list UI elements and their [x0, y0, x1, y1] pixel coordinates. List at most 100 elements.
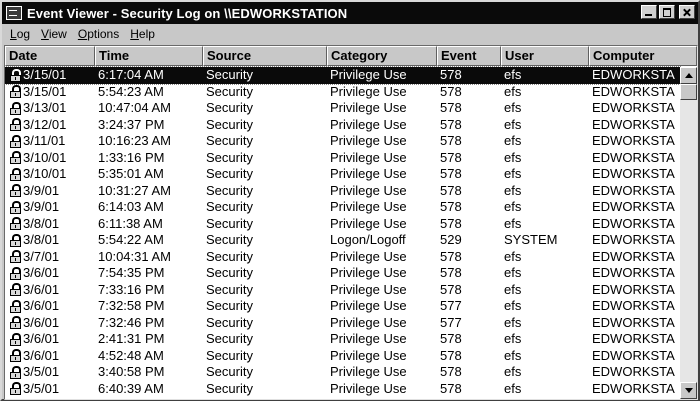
menu-view[interactable]: View — [41, 27, 67, 41]
table-row[interactable]: 3/6/01 7:32:58 PM Security Privilege Use 577… — [5, 298, 680, 315]
column-header-time[interactable]: Time — [95, 46, 203, 66]
table-row[interactable]: 3/6/01 7:33:16 PM Security Privilege Use 578… — [5, 282, 680, 299]
cell-source: Security — [206, 133, 253, 148]
cell-date: 3/15/01 — [5, 67, 95, 84]
cell-computer: EDWORKSTA — [592, 281, 675, 297]
cell-event: 578 — [440, 347, 462, 363]
cell-user: efs — [504, 149, 522, 165]
table-row[interactable]: 3/13/01 10:47:04 AM Security Privilege Use 5… — [5, 100, 680, 117]
cell-category: Privilege Use — [330, 166, 407, 181]
cell-category: Privilege Use — [330, 331, 407, 346]
menu-log[interactable]: Log — [10, 27, 30, 41]
column-header-computer[interactable]: Computer — [589, 46, 697, 66]
table-row[interactable]: 3/11/01 10:16:23 AM Security Privilege Use 5… — [5, 133, 680, 150]
cell-user: efs — [504, 281, 522, 297]
lock-icon — [10, 349, 21, 363]
lock-icon — [10, 151, 21, 165]
table-row[interactable]: 3/12/01 3:24:37 PM Security Privilege Use 57… — [5, 117, 680, 134]
table-row[interactable]: 3/9/01 10:31:27 AM Security Privilege Use 57… — [5, 183, 680, 200]
lock-icon — [10, 134, 21, 148]
cell-date: 3/11/01 — [5, 133, 95, 150]
lock-icon — [10, 101, 21, 115]
scroll-down-icon[interactable] — [680, 382, 697, 399]
column-header-category[interactable]: Category — [327, 46, 437, 66]
cell-date: 3/5/01 — [5, 381, 95, 398]
cell-date-text: 3/10/01 — [23, 166, 67, 182]
cell-computer: EDWORKSTA — [592, 100, 675, 115]
maximize-icon[interactable] — [659, 5, 675, 19]
table-row[interactable]: 3/6/01 2:41:31 PM Security Privilege Use 578… — [5, 331, 680, 348]
table-row[interactable]: 3/10/01 1:33:16 PM Security Privilege Use 57… — [5, 150, 680, 167]
minimize-icon[interactable] — [641, 5, 657, 19]
cell-source: Security — [206, 347, 253, 363]
cell-time: 7:33:16 PM — [98, 281, 165, 297]
lock-icon — [10, 365, 21, 379]
table-row[interactable]: 3/6/01 7:54:35 PM Security Privilege Use 578… — [5, 265, 680, 282]
event-list[interactable]: Date Time Source Category Event User Com… — [4, 45, 698, 400]
cell-category: Privilege Use — [330, 265, 407, 280]
event-rows: 3/15/01 6:17:04 AM Security Privilege Use 57… — [5, 66, 681, 398]
cell-date: 3/6/01 — [5, 315, 95, 332]
cell-source: Security — [206, 149, 253, 165]
cell-date: 3/10/01 — [5, 150, 95, 167]
cell-source: Security — [206, 215, 253, 231]
cell-date-text: 3/8/01 — [23, 215, 60, 231]
lock-icon — [10, 118, 21, 132]
cell-date: 3/6/01 — [5, 265, 95, 282]
cell-user: efs — [504, 248, 522, 264]
cell-event: 578 — [440, 199, 462, 214]
table-row[interactable]: 3/8/01 5:54:22 AM Security Logon/Logoff 529 S… — [5, 232, 680, 249]
cell-source: Security — [206, 232, 253, 247]
table-row[interactable]: 3/10/01 5:35:01 AM Security Privilege Use 57… — [5, 166, 680, 183]
table-row[interactable]: 3/5/01 6:40:39 AM Security Privilege Use 578… — [5, 381, 680, 398]
cell-time: 7:54:35 PM — [98, 265, 165, 280]
cell-user: efs — [504, 331, 522, 346]
table-row[interactable]: 3/7/01 10:04:31 AM Security Privilege Use 57… — [5, 249, 680, 266]
cell-date: 3/5/01 — [5, 364, 95, 381]
close-icon[interactable] — [679, 5, 695, 19]
lock-icon — [10, 266, 21, 280]
cell-source: Security — [206, 166, 253, 181]
event-viewer-icon[interactable] — [6, 6, 22, 20]
cell-time: 7:32:46 PM — [98, 314, 165, 330]
menu-options[interactable]: Options — [78, 27, 119, 41]
table-row[interactable]: 3/5/01 3:40:58 PM Security Privilege Use 578… — [5, 364, 680, 381]
scroll-thumb[interactable] — [680, 84, 697, 100]
table-row[interactable]: 3/15/01 6:17:04 AM Security Privilege Use 57… — [5, 66, 681, 85]
lock-icon — [10, 332, 21, 346]
cell-event: 578 — [440, 166, 462, 181]
cell-category: Privilege Use — [330, 83, 407, 99]
column-header-user[interactable]: User — [501, 46, 589, 66]
table-row[interactable]: 3/6/01 7:32:46 PM Security Privilege Use 577… — [5, 315, 680, 332]
scroll-up-icon[interactable] — [680, 67, 697, 84]
column-header-event[interactable]: Event — [437, 46, 501, 66]
title-bar[interactable]: Event Viewer - Security Log on \\EDWORKS… — [2, 2, 698, 24]
cell-date-text: 3/5/01 — [23, 364, 60, 380]
cell-computer: EDWORKSTA — [592, 83, 675, 99]
cell-computer: EDWORKSTA — [592, 116, 675, 132]
table-row[interactable]: 3/15/01 5:54:23 AM Security Privilege Use 57… — [5, 84, 680, 101]
cell-category: Privilege Use — [330, 281, 407, 297]
table-row[interactable]: 3/9/01 6:14:03 AM Security Privilege Use 578… — [5, 199, 680, 216]
lock-icon — [10, 283, 21, 297]
menu-bar: Log View Options Help — [2, 24, 698, 44]
cell-computer: EDWORKSTA — [592, 67, 675, 82]
cell-user: efs — [504, 133, 522, 148]
cell-source: Security — [206, 182, 253, 198]
cell-time: 10:16:23 AM — [98, 133, 171, 148]
cell-category: Privilege Use — [330, 298, 407, 313]
cell-event: 577 — [440, 298, 462, 313]
table-row[interactable]: 3/6/01 4:52:48 AM Security Privilege Use 578… — [5, 348, 680, 365]
column-headers: Date Time Source Category Event User Com… — [5, 46, 697, 66]
vertical-scrollbar[interactable] — [680, 67, 697, 399]
window-controls — [641, 5, 695, 19]
table-row[interactable]: 3/8/01 6:11:38 AM Security Privilege Use 578… — [5, 216, 680, 233]
menu-help[interactable]: Help — [130, 27, 155, 41]
cell-category: Logon/Logoff — [330, 232, 406, 247]
column-header-date[interactable]: Date — [5, 46, 95, 66]
cell-date: 3/12/01 — [5, 117, 95, 134]
cell-user: efs — [504, 182, 522, 198]
column-header-source[interactable]: Source — [203, 46, 327, 66]
cell-date-text: 3/8/01 — [23, 232, 60, 248]
cell-date-text: 3/11/01 — [23, 133, 66, 149]
